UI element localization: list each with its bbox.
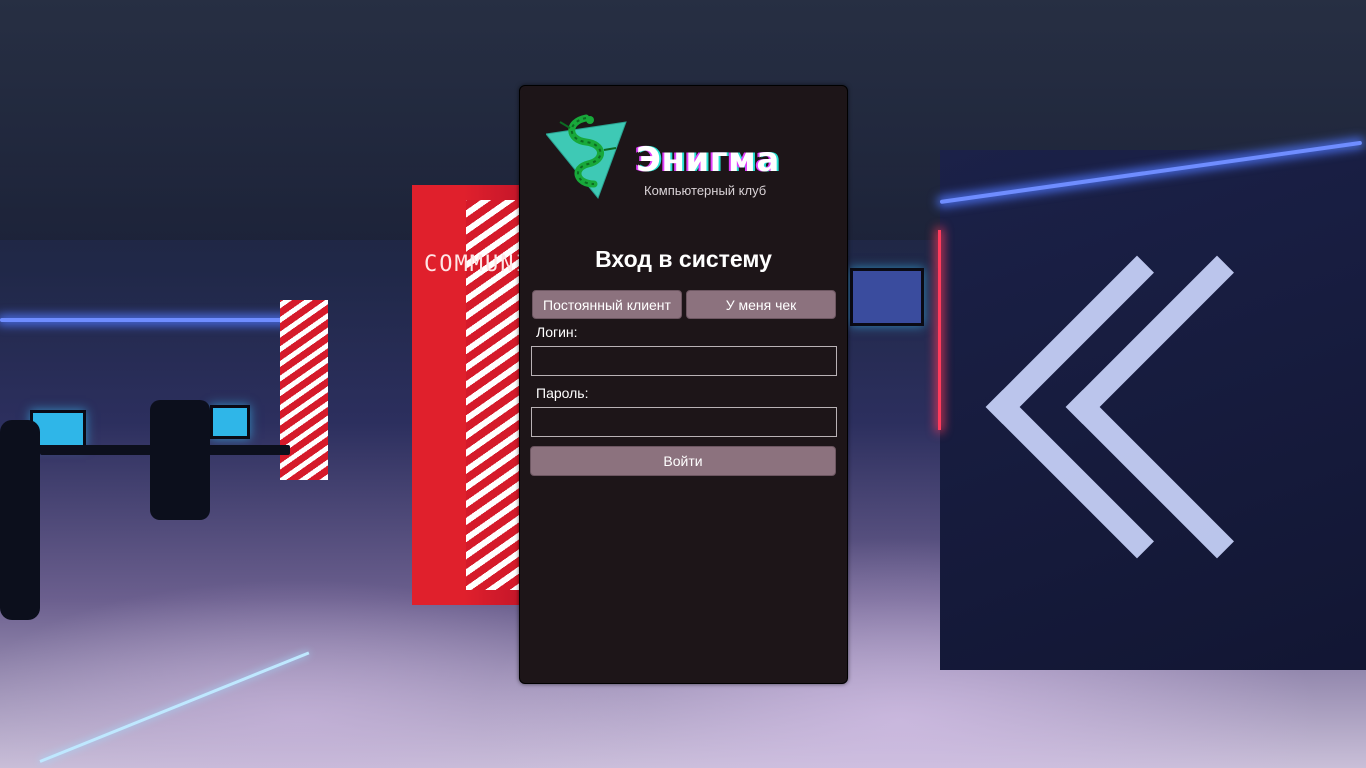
tab-regular-client[interactable]: Постоянный клиент bbox=[532, 290, 682, 319]
brand-subtitle: Компьютерный клуб bbox=[644, 183, 767, 198]
desk bbox=[0, 420, 40, 620]
column-sign-text: COMMUNITY bbox=[424, 250, 559, 280]
login-mode-tabs: Постоянный клиент У меня чек bbox=[532, 290, 836, 319]
monitor bbox=[850, 268, 924, 326]
password-input[interactable] bbox=[531, 407, 837, 437]
login-label: Логин: bbox=[536, 324, 578, 340]
tab-have-receipt[interactable]: У меня чек bbox=[686, 290, 836, 319]
neon-strip-left bbox=[0, 318, 300, 322]
neon-red-vertical bbox=[938, 230, 941, 430]
floor-neon bbox=[39, 651, 310, 763]
login-heading: Вход в систему bbox=[595, 246, 772, 272]
brand-title: Энигма bbox=[636, 140, 780, 180]
login-input[interactable] bbox=[531, 346, 837, 376]
password-label: Пароль: bbox=[536, 385, 589, 401]
brand-logo: Энигма Компьютерный клуб bbox=[546, 114, 796, 204]
dragon-triangle-logo-icon bbox=[546, 114, 627, 199]
login-panel: Энигма Компьютерный клуб Вход в систему … bbox=[519, 85, 848, 684]
monitor bbox=[210, 405, 250, 439]
login-submit-button[interactable]: Войти bbox=[530, 446, 836, 476]
desk bbox=[150, 400, 210, 520]
